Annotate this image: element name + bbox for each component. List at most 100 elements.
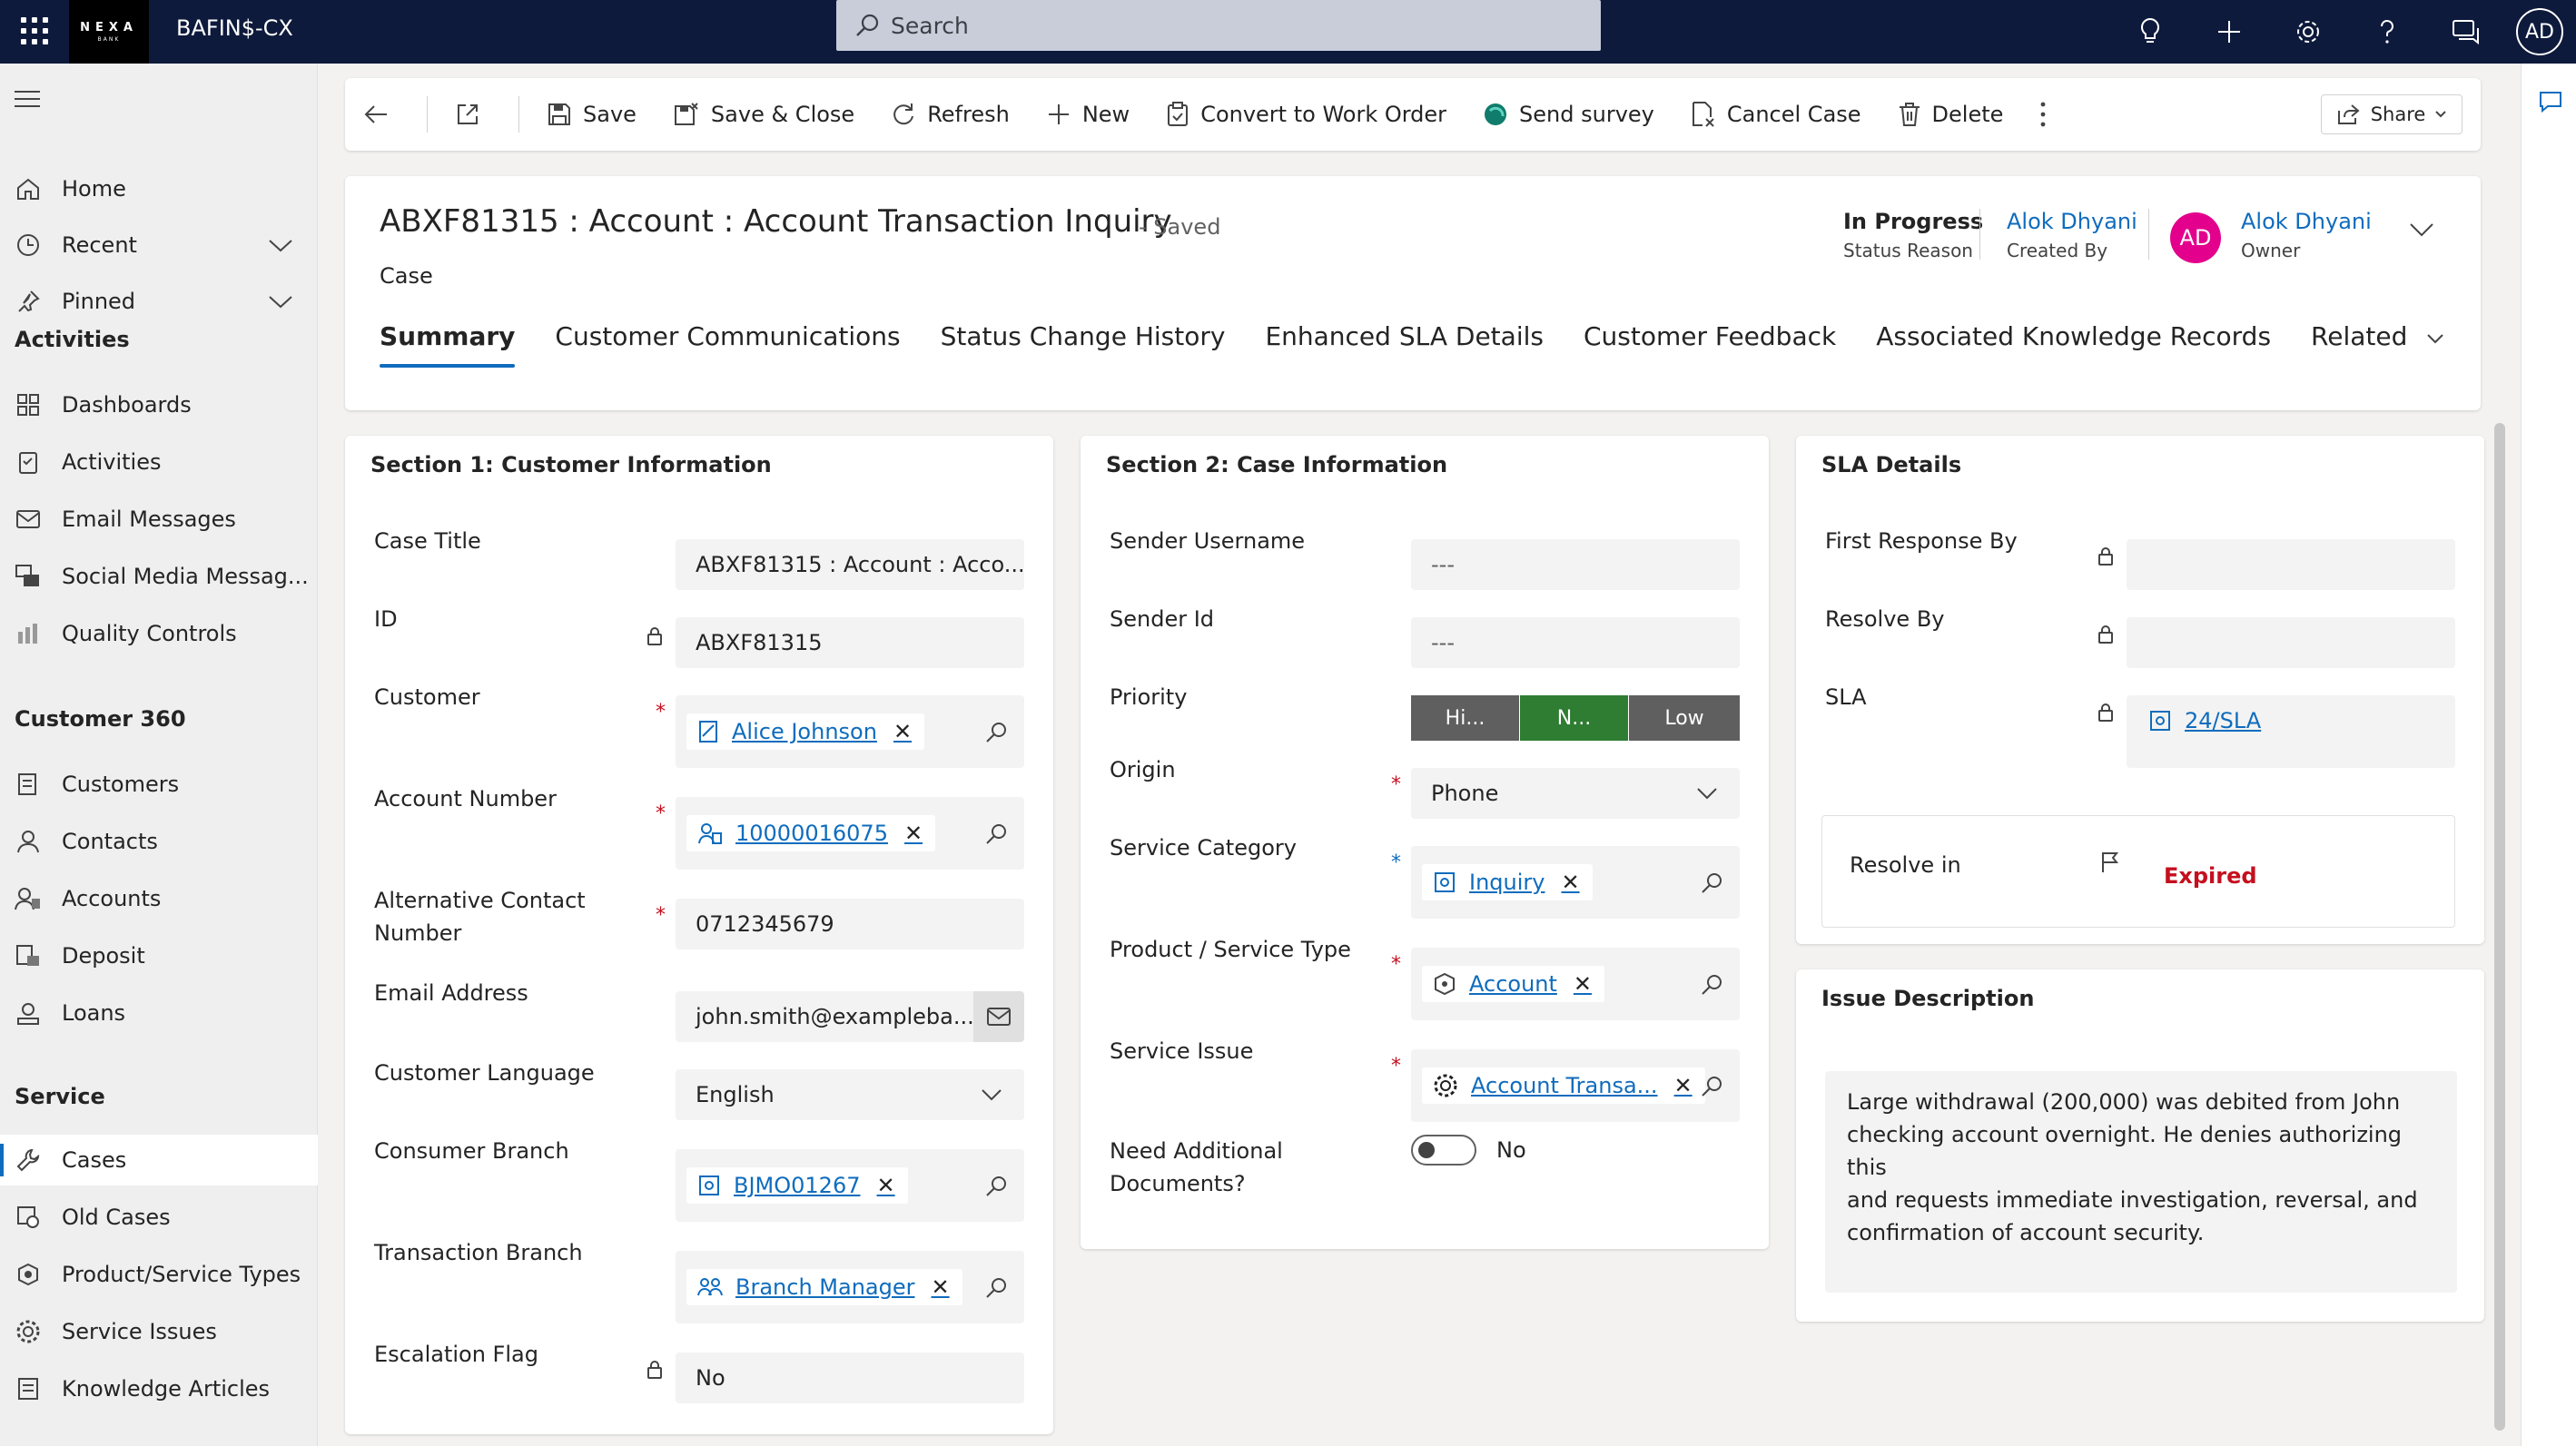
consumer-branch-lookup[interactable]: BJMO01267 ✕ (676, 1149, 1024, 1222)
chevron-down-icon[interactable] (267, 289, 294, 314)
nav-pinned[interactable]: Pinned (0, 276, 318, 327)
search-icon[interactable] (984, 822, 1008, 846)
global-search-input[interactable]: Search (836, 0, 1601, 51)
tab-customer-communications[interactable]: Customer Communications (555, 321, 900, 368)
vertical-scrollbar[interactable] (2494, 423, 2505, 1431)
search-icon[interactable] (984, 1276, 1008, 1300)
nav-deposit[interactable]: Deposit (0, 930, 318, 981)
account-number-chip[interactable]: 10000016075 ✕ (686, 815, 936, 851)
tab-status-change-history[interactable]: Status Change History (941, 321, 1226, 368)
chat-icon[interactable] (2426, 0, 2505, 64)
remove-transaction-branch-icon[interactable]: ✕ (931, 1274, 949, 1300)
search-icon[interactable] (984, 721, 1008, 744)
new-button[interactable]: New (1046, 102, 1130, 127)
remove-consumer-branch-icon[interactable]: ✕ (877, 1173, 895, 1198)
save-close-button[interactable]: Save & Close (673, 102, 854, 127)
nav-contacts[interactable]: Contacts (0, 816, 318, 867)
remove-product-type-icon[interactable]: ✕ (1574, 971, 1592, 997)
send-email-button[interactable] (973, 991, 1024, 1042)
nav-service-issues[interactable]: Service Issues (0, 1306, 318, 1357)
tab-enhanced-sla-details[interactable]: Enhanced SLA Details (1265, 321, 1544, 368)
chevron-down-icon[interactable] (267, 232, 294, 258)
customer-lookup[interactable]: Alice Johnson ✕ (676, 695, 1024, 768)
remove-service-issue-icon[interactable]: ✕ (1674, 1073, 1693, 1098)
priority-high-option[interactable]: Hi... (1411, 695, 1520, 741)
origin-select[interactable]: Phone (1411, 768, 1740, 819)
lightbulb-icon[interactable] (2110, 0, 2189, 64)
nav-old-cases[interactable]: Old Cases (0, 1192, 318, 1243)
created-by-link[interactable]: Alok Dhyani (2007, 209, 2137, 234)
sla-chip[interactable]: 24/SLA (2137, 703, 2274, 739)
back-button[interactable] (363, 103, 400, 125)
nav-quality-controls[interactable]: Quality Controls (0, 608, 318, 659)
lock-icon (647, 1361, 662, 1379)
nav-activities[interactable]: Activities (0, 437, 318, 487)
gear-icon[interactable] (2268, 0, 2347, 64)
product-service-type-chip[interactable]: Account ✕ (1422, 966, 1605, 1002)
share-button[interactable]: Share (2321, 94, 2462, 134)
nav-recent[interactable]: Recent (0, 220, 318, 271)
chat-bubble-icon[interactable] (2538, 89, 2563, 114)
priority-low-option[interactable]: Low (1629, 695, 1740, 741)
nav-knowledge-articles[interactable]: Knowledge Articles (0, 1363, 318, 1414)
refresh-button[interactable]: Refresh (891, 102, 1010, 127)
search-icon[interactable] (984, 1175, 1008, 1198)
remove-account-icon[interactable]: ✕ (904, 821, 923, 846)
user-avatar[interactable]: AD (2516, 8, 2563, 55)
help-icon[interactable] (2347, 0, 2426, 64)
remove-customer-icon[interactable]: ✕ (893, 719, 912, 744)
sender-id-input[interactable]: --- (1411, 617, 1740, 668)
send-survey-button[interactable]: Send survey (1483, 102, 1654, 127)
more-commands-button[interactable] (2039, 101, 2058, 128)
back-arrow-icon (364, 105, 387, 123)
tab-associated-knowledge-records[interactable]: Associated Knowledge Records (1876, 321, 2271, 368)
expand-header-chevron-icon[interactable] (2408, 220, 2435, 240)
nav-label: Recent (62, 232, 137, 258)
customer-chip[interactable]: Alice Johnson ✕ (686, 713, 925, 750)
nav-cases[interactable]: Cases (0, 1135, 318, 1185)
transaction-branch-lookup[interactable]: Branch Manager ✕ (676, 1251, 1024, 1323)
search-icon[interactable] (1700, 871, 1723, 895)
nav-home[interactable]: Home (0, 163, 318, 214)
service-category-lookup[interactable]: Inquiry ✕ (1411, 846, 1740, 919)
section-issue-description: Issue Description Large withdrawal (200,… (1796, 969, 2484, 1322)
issue-description-textarea[interactable]: Large withdrawal (200,000) was debited f… (1825, 1071, 2457, 1293)
account-number-lookup[interactable]: 10000016075 ✕ (676, 797, 1024, 870)
sender-username-input[interactable]: --- (1411, 539, 1740, 590)
priority-normal-option[interactable]: N... (1520, 695, 1629, 741)
search-icon[interactable] (1700, 973, 1723, 997)
add-icon[interactable] (2189, 0, 2268, 64)
product-service-type-lookup[interactable]: Account ✕ (1411, 948, 1740, 1020)
remove-service-category-icon[interactable]: ✕ (1561, 870, 1579, 895)
nav-loans[interactable]: Loans (0, 988, 318, 1038)
delete-button[interactable]: Delete (1898, 102, 2003, 127)
service-issue-lookup[interactable]: Account Transa... ✕ (1411, 1049, 1740, 1122)
transaction-branch-chip[interactable]: Branch Manager ✕ (686, 1269, 962, 1305)
search-icon[interactable] (1700, 1075, 1723, 1098)
tab-related[interactable]: Related (2311, 321, 2444, 368)
app-name[interactable]: BAFIN$-CX (176, 15, 293, 41)
need-documents-toggle[interactable] (1411, 1135, 1476, 1166)
convert-to-work-order-button[interactable]: Convert to Work Order (1166, 102, 1446, 127)
nav-accounts[interactable]: Accounts (0, 873, 318, 924)
tab-summary[interactable]: Summary (380, 321, 516, 368)
consumer-branch-chip[interactable]: BJMO01267 ✕ (686, 1167, 908, 1204)
app-launcher-icon[interactable] (16, 13, 49, 45)
open-new-window-button[interactable] (455, 102, 491, 127)
service-issue-chip[interactable]: Account Transa... ✕ (1422, 1067, 1705, 1104)
owner-link[interactable]: Alok Dhyani (2241, 209, 2372, 234)
nav-product-service-types[interactable]: Product/Service Types (0, 1249, 318, 1300)
nav-social-media-messages[interactable]: Social Media Messag... (0, 551, 318, 602)
nav-email-messages[interactable]: Email Messages (0, 494, 318, 545)
nav-customers[interactable]: Customers (0, 759, 318, 810)
cancel-case-button[interactable]: Cancel Case (1691, 101, 1861, 128)
nav-dashboards[interactable]: Dashboards (0, 379, 318, 430)
tab-customer-feedback[interactable]: Customer Feedback (1584, 321, 1836, 368)
email-input[interactable]: john.smith@exampleba... (676, 991, 1024, 1042)
hamburger-icon[interactable] (15, 91, 40, 113)
case-title-input[interactable]: ABXF81315 : Account : Acco... (676, 539, 1024, 590)
language-select[interactable]: English (676, 1069, 1024, 1120)
service-category-chip[interactable]: Inquiry ✕ (1422, 864, 1593, 900)
alt-contact-input[interactable]: 0712345679 (676, 899, 1024, 949)
save-button[interactable]: Save (547, 102, 637, 127)
